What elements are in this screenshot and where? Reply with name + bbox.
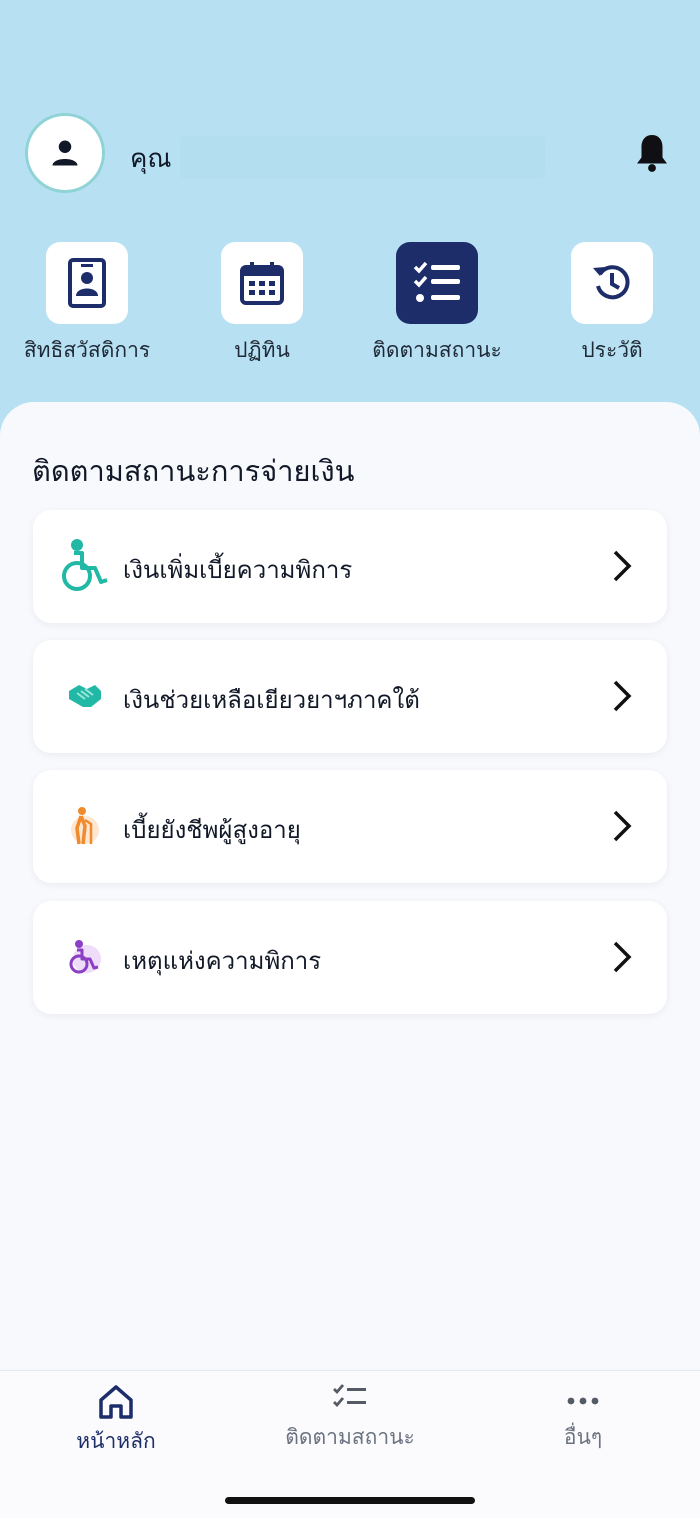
checklist-icon (413, 261, 460, 302)
avatar[interactable] (25, 113, 105, 193)
user-name-redacted (180, 136, 545, 178)
bell-icon (637, 135, 667, 172)
chevron-right-icon (613, 550, 632, 582)
wheelchair-purple-icon (55, 927, 115, 987)
home-icon (99, 1385, 133, 1419)
nav-track-status[interactable]: ติดตามสถานะ (260, 1383, 440, 1463)
greeting-text: คุณ (130, 144, 172, 174)
nav-label: อื่นๆ (563, 1425, 603, 1449)
chevron-right-icon (613, 810, 632, 842)
quick-action-label: สิทธิสวัสดิการ (23, 338, 151, 362)
nav-home[interactable]: หน้าหลัก (26, 1383, 206, 1463)
nav-label: หน้าหลัก (76, 1429, 156, 1453)
id-card-icon (68, 258, 106, 308)
chevron-right-icon (613, 941, 632, 973)
list-item-label: เหตุแห่งความพิการ (123, 947, 322, 975)
wheelchair-icon (55, 536, 115, 596)
quick-action-label: ประวัติ (581, 338, 643, 362)
quick-action-track-status[interactable]: ติดตามสถานะ (352, 242, 522, 372)
quick-action-tile-active (396, 242, 478, 324)
quick-action-tile (46, 242, 128, 324)
nav-label: ติดตามสถานะ (285, 1425, 415, 1449)
section-title: ติดตามสถานะการจ่ายเงิน (32, 454, 355, 488)
history-icon (593, 265, 630, 300)
user-icon (52, 140, 78, 166)
notification-button[interactable] (630, 130, 674, 176)
quick-action-history[interactable]: ประวัติ (527, 242, 697, 372)
handshake-icon (55, 666, 115, 726)
quick-action-calendar[interactable]: ปฏิทิน (177, 242, 347, 372)
calendar-icon (240, 262, 284, 305)
quick-action-welfare-rights[interactable]: สิทธิสวัสดิการ (2, 242, 172, 372)
quick-action-label: ติดตามสถานะ (372, 338, 502, 362)
list-item-disability-allowance[interactable]: เงินเพิ่มเบี้ยความพิการ (33, 510, 667, 623)
chevron-right-icon (613, 680, 632, 712)
nav-more[interactable]: อื่นๆ (493, 1383, 673, 1463)
list-item-label: เงินช่วยเหลือเยียวยาฯภาคใต้ (123, 686, 420, 714)
home-indicator (225, 1497, 475, 1504)
quick-action-label: ปฏิทิน (234, 338, 290, 362)
more-dots-icon (567, 1397, 599, 1405)
bottom-nav: หน้าหลัก ติดตามสถานะ อื่นๆ (0, 1370, 700, 1518)
list-item-label: เบี้ยยังชีพผู้สูงอายุ (123, 816, 301, 844)
list-item-southern-relief[interactable]: เงินช่วยเหลือเยียวยาฯภาคใต้ (33, 640, 667, 753)
quick-action-tile (221, 242, 303, 324)
checklist-icon (333, 1384, 366, 1408)
list-item-label: เงินเพิ่มเบี้ยความพิการ (123, 556, 353, 584)
quick-action-tile (571, 242, 653, 324)
elderly-icon (55, 796, 115, 856)
list-item-cause-of-disability[interactable]: เหตุแห่งความพิการ (33, 901, 667, 1014)
list-item-elderly-allowance[interactable]: เบี้ยยังชีพผู้สูงอายุ (33, 770, 667, 883)
